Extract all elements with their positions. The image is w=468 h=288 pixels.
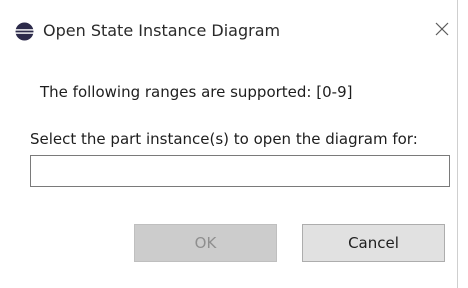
part-instance-label: Select the part instance(s) to open the … — [30, 130, 418, 148]
supported-ranges-text: The following ranges are supported: [0-9… — [40, 83, 353, 101]
open-state-instance-diagram-dialog: Open State Instance Diagram The followin… — [0, 0, 458, 288]
window-title: Open State Instance Diagram — [43, 21, 281, 40]
dialog-content: The following ranges are supported: [0-9… — [0, 60, 457, 288]
close-icon — [434, 21, 450, 41]
close-button[interactable] — [429, 18, 455, 44]
part-instance-input[interactable] — [30, 155, 450, 187]
title-bar: Open State Instance Diagram — [0, 0, 457, 60]
eclipse-icon — [15, 22, 34, 41]
ok-button[interactable]: OK — [134, 224, 277, 262]
cancel-button[interactable]: Cancel — [302, 224, 445, 262]
